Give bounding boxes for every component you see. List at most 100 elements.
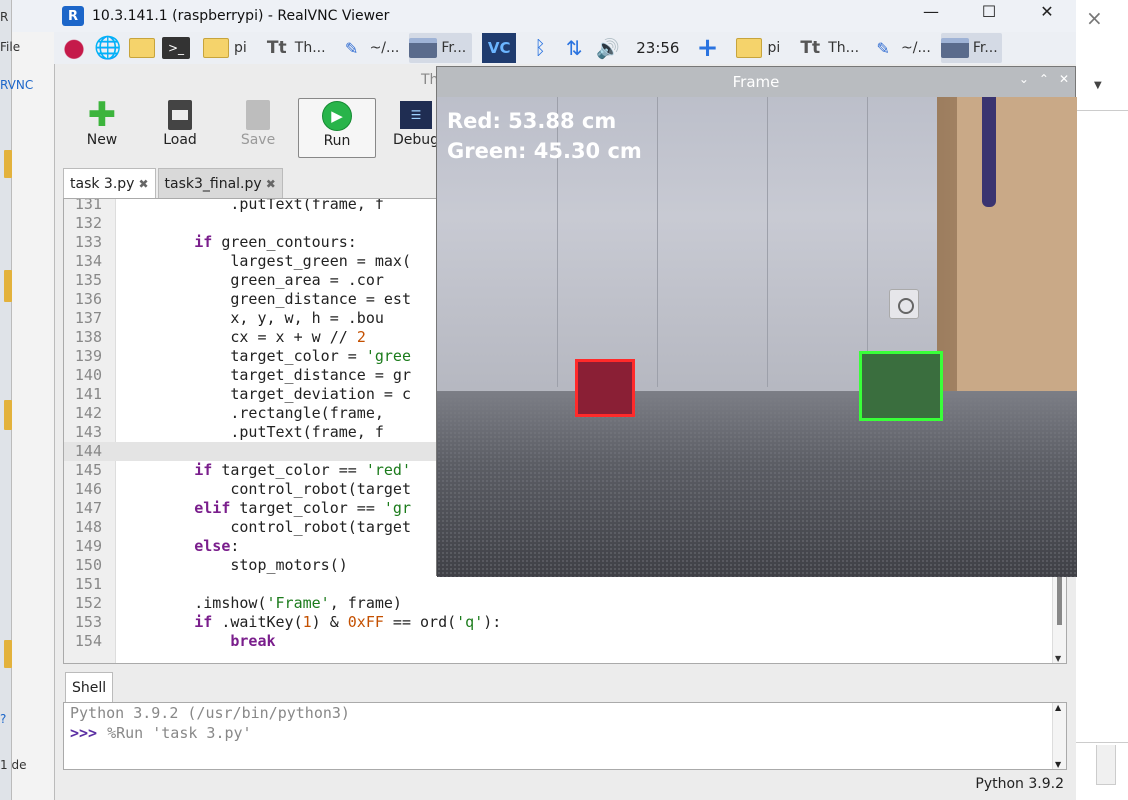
web-browser-launcher[interactable]: 🌐 [94,33,122,63]
raspberry-menu-button[interactable] [60,33,88,63]
question-icon[interactable]: ? [0,712,6,726]
line-number: 140 [74,366,102,384]
close-tab-icon[interactable]: ✖ [138,177,148,191]
raspberry-menu-icon [60,35,88,61]
line-number: 153 [74,613,102,631]
code-text: control_robot(target [122,480,411,498]
taskbar-window-thonny[interactable]: Tt Th... [263,33,326,63]
scroll-up-arrow-icon[interactable]: ▲ [1055,703,1061,712]
shell-panel[interactable]: Python 3.9.2 (/usr/bin/python3) >>> %Run … [63,702,1067,770]
terminal-icon: >_ [162,37,190,59]
taskbar-window-label: ~/... [901,40,931,56]
code-text: target_distance = gr [122,366,411,384]
close-tab-icon[interactable]: ✖ [266,177,276,191]
line-number: 139 [74,347,102,365]
shell-command: %Run 'task 3.py' [107,724,252,742]
taskbar-window-pi[interactable]: pi [202,33,247,63]
code-text: green_area = .cor [122,271,384,289]
volume-tray[interactable]: 🔊 [594,33,622,63]
debug-icon: ☰ [400,101,432,129]
line-number: 145 [74,461,102,479]
load-button-label: Load [163,132,197,148]
code-text: break [230,632,276,650]
folder-icon [735,35,763,61]
line-number: 135 [74,271,102,289]
tab-task-3[interactable]: task 3.py ✖ [63,168,156,198]
web-browser-icon: 🌐 [94,35,122,61]
line-number: 149 [74,537,102,555]
code-text: .putText(frame, f [122,198,384,213]
vnc-server-tray[interactable]: VC [482,33,517,63]
code-line[interactable]: 151 [64,575,1054,594]
line-number: 142 [74,404,102,422]
interpreter-status[interactable]: Python 3.9.2 [975,776,1064,792]
line-number: 141 [74,385,102,403]
code-text: green_distance = est [122,290,411,308]
realvnc-logo-icon: R [62,6,84,26]
frame-maximize-button[interactable]: ⌃ [1039,72,1049,86]
code-line[interactable]: 152 .imshow('Frame', frame) [64,594,1054,613]
line-number: 144 [74,442,102,460]
maximize-button[interactable]: ☐ [960,0,1018,22]
new-button[interactable]: ✚ New [63,95,141,158]
code-text: elif target_color == 'gr [194,499,411,517]
line-number: 131 [74,198,102,213]
tab-task3-final[interactable]: task3_final.py ✖ [157,168,283,198]
line-number: 132 [74,214,102,232]
terminal-launcher[interactable]: >_ [162,33,190,63]
code-text: .imshow('Frame', frame) [122,594,402,612]
code-text: if .waitKey(1) & 0xFF == ord('q'): [194,613,502,631]
taskbar-window-label: Th... [828,40,860,56]
folder-icon [202,35,230,61]
taskbar-window-editor[interactable]: ✎ ~/... [869,33,931,63]
taskbar-window-thonny[interactable]: Tt Th... [796,33,859,63]
shell-prompt: >>> [70,724,98,742]
thonny-icon: Tt [800,38,821,58]
editor-scroll-thumb[interactable] [1057,575,1062,625]
shell-scrollbar[interactable]: ▲ ▼ [1052,703,1066,769]
save-button[interactable]: Save [219,98,297,158]
window-icon [409,35,438,61]
code-line[interactable]: 153 if .waitKey(1) & 0xFF == ord('q'): [64,613,1054,632]
vnc-window-title: 10.3.141.1 (raspberrypi) - RealVNC Viewe… [92,8,390,24]
bluetooth-tray[interactable]: ᛒ [526,33,554,63]
close-button[interactable]: ✕ [1018,0,1076,22]
scroll-down-arrow-icon[interactable]: ▼ [1055,654,1061,663]
code-text: .putText(frame, f [122,423,384,441]
shell-command-line[interactable]: >>> %Run 'task 3.py' [64,723,1066,743]
tab-shell[interactable]: Shell [65,672,114,702]
code-line[interactable]: 154 break [64,632,1054,651]
taskbar-window-editor[interactable]: ✎ ~/... [338,33,400,63]
save-button-label: Save [240,132,276,148]
clock[interactable]: 23:56 [636,39,679,57]
frame-close-button[interactable]: ✕ [1059,72,1069,86]
volume-icon: 🔊 [596,37,621,60]
taskbar-window-frame[interactable]: Fr... [409,33,473,63]
scroll-down-arrow-icon[interactable]: ▼ [1055,760,1061,769]
network-tray[interactable]: ⇅ [560,33,588,63]
run-button-label: Run [323,133,351,149]
host-label-r: R [0,10,9,24]
code-text: if target_color == 'red' [194,461,411,479]
taskbar-window-pi[interactable]: pi [735,33,780,63]
taskbar-window-frame[interactable]: Fr... [940,33,1002,63]
host-divider [1076,110,1128,111]
host-label-file[interactable]: File [0,40,20,54]
thonny-icon: Tt [266,38,287,58]
host-close-icon[interactable]: × [1086,6,1103,30]
line-number: 133 [74,233,102,251]
load-button[interactable]: Load [141,98,219,158]
frame-titlebar[interactable]: Frame ⌄ ⌃ ✕ [437,67,1075,97]
add-button[interactable]: + [693,33,721,63]
host-desktop-right: × ▼ [1076,0,1128,800]
code-text: .rectangle(frame, [122,404,384,422]
run-button[interactable]: ▶ Run [298,98,376,158]
host-dropdown-icon[interactable]: ▼ [1094,80,1102,91]
minimize-button[interactable]: — [902,0,960,22]
file-manager-launcher[interactable] [128,33,156,63]
editor-tabs: task 3.py ✖ task3_final.py ✖ [63,168,285,198]
code-text: control_robot(target [122,518,411,536]
line-number: 151 [74,575,102,593]
frame-minimize-button[interactable]: ⌄ [1019,72,1029,86]
save-icon [246,100,270,130]
